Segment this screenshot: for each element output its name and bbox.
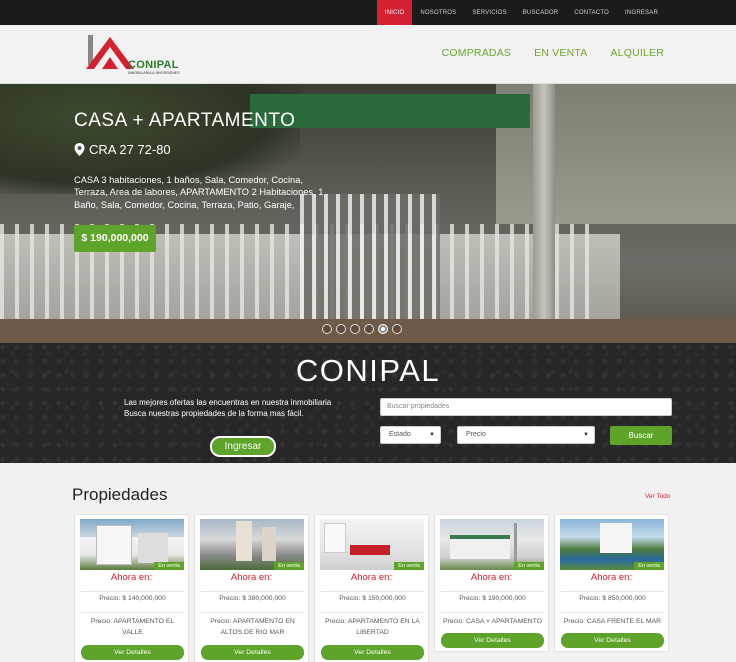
property-price: Precio: $ 380,000,000 [201, 591, 304, 602]
property-price: Precio: $ 850,000,000 [561, 591, 664, 602]
property-name: Precio: CASA FRENTE EL MAR [561, 612, 664, 627]
band-text-line2: Busca nuestras propiedades de la forma m… [124, 409, 304, 418]
hero-photo-pole [533, 84, 555, 343]
slider-dots [322, 324, 402, 334]
property-name: Precio: APARTAMENTO EN LA LIBERTAD [321, 612, 424, 638]
property-card[interactable]: En venta Ahora en: Precio: $ 140,000,000… [74, 514, 189, 662]
ahora-label: Ahora en: [230, 572, 273, 583]
search-band: CONIPAL Las mejores ofertas las encuentr… [0, 343, 736, 463]
band-title: CONIPAL [295, 353, 441, 388]
ahora-label: Ahora en: [590, 572, 633, 583]
map-pin-icon [74, 143, 85, 156]
properties-title: Propiedades [72, 485, 168, 504]
estado-select[interactable]: Estado ▼ [380, 426, 441, 444]
chevron-down-icon: ▼ [583, 432, 589, 438]
hero-slider: CASA + APARTAMENTO CRA 27 72-80 CASA 3 h… [0, 84, 736, 343]
ver-todo-link[interactable]: Ver Todo [645, 493, 671, 500]
top-nav: INICIO NOSOTROS SERVICIOS BUSCADOR CONTA… [376, 0, 666, 25]
status-badge: En venta [514, 562, 544, 570]
hero-description: CASA 3 habitaciones, 1 baños, Sala, Come… [74, 175, 324, 210]
hero-address-text: CRA 27 72-80 [89, 142, 171, 157]
main-nav: COMPRADAS EN VENTA ALQUILER [442, 47, 664, 59]
hero-address: CRA 27 72-80 [74, 142, 171, 157]
topnav-nosotros[interactable]: NOSOTROS [412, 0, 464, 25]
chevron-down-icon: ▼ [429, 432, 435, 438]
property-price: Precio: $ 150,000,000 [321, 591, 424, 602]
property-card[interactable]: En venta Ahora en: Precio: $ 150,000,000… [314, 514, 429, 662]
hero-title: CASA + APARTAMENTO [74, 110, 296, 131]
hero-photo-sky [496, 84, 736, 224]
slider-dot[interactable] [392, 324, 402, 334]
property-price: Precio: $ 190,000,000 [441, 591, 544, 602]
slider-dot[interactable] [350, 324, 360, 334]
band-text-line1: Las mejores ofertas las encuentras en nu… [124, 398, 332, 407]
nav-en-venta[interactable]: EN VENTA [534, 47, 587, 59]
slider-dot[interactable] [364, 324, 374, 334]
nav-alquiler[interactable]: ALQUILER [610, 47, 664, 59]
logo-tagline: INMOBILIARIA & INVERSIONES [128, 71, 180, 75]
property-card[interactable]: En venta Ahora en: Precio: $ 190,000,000… [434, 514, 549, 652]
ver-detalles-button[interactable]: Ver Detalles [321, 645, 424, 660]
slider-dot-active[interactable] [378, 324, 388, 334]
nav-compradas[interactable]: COMPRADAS [442, 47, 511, 59]
status-badge: En venta [634, 562, 664, 570]
ver-detalles-button[interactable]: Ver Detalles [561, 633, 664, 648]
ahora-label: Ahora en: [110, 572, 153, 583]
property-cards: En venta Ahora en: Precio: $ 140,000,000… [74, 514, 670, 662]
ver-detalles-button[interactable]: Ver Detalles [201, 645, 304, 660]
property-name: Precio: APARTAMENTO EN ALTOS DE RIO MAR [201, 612, 304, 638]
precio-select[interactable]: Precio ▼ [457, 426, 595, 444]
ver-detalles-button[interactable]: Ver Detalles [441, 633, 544, 648]
topnav-contacto[interactable]: CONTACTO [566, 0, 617, 25]
status-badge: En venta [154, 562, 184, 570]
slider-dot[interactable] [322, 324, 332, 334]
logo-name: CONIPAL [128, 59, 179, 71]
property-price: Precio: $ 140,000,000 [81, 591, 184, 602]
property-thumbnail[interactable]: En venta [320, 519, 424, 570]
status-badge: En venta [274, 562, 304, 570]
ahora-label: Ahora en: [470, 572, 513, 583]
property-thumbnail[interactable]: En venta [200, 519, 304, 570]
property-name: Precio: APARTAMENTO EL VALLE [81, 612, 184, 638]
site-header: CONIPAL INMOBILIARIA & INVERSIONES COMPR… [0, 25, 736, 84]
status-badge: En venta [394, 562, 424, 570]
property-thumbnail[interactable]: En venta [440, 519, 544, 570]
logo[interactable]: CONIPAL INMOBILIARIA & INVERSIONES [84, 33, 180, 77]
ver-detalles-button[interactable]: Ver Detalles [81, 645, 184, 660]
ahora-label: Ahora en: [350, 572, 393, 583]
search-input[interactable]: Buscar propiedades [380, 398, 672, 416]
topnav-servicios[interactable]: SERVICIOS [464, 0, 514, 25]
buscar-button[interactable]: Buscar [610, 426, 672, 445]
slider-dot[interactable] [336, 324, 346, 334]
topnav-inicio[interactable]: INICIO [376, 0, 413, 25]
band-text: Las mejores ofertas las encuentras en nu… [124, 397, 364, 419]
hero-photo-gate [300, 194, 440, 324]
estado-select-value: Estado [389, 431, 411, 438]
property-card[interactable]: En venta Ahora en: Precio: $ 380,000,000… [194, 514, 309, 662]
ingresar-button[interactable]: Ingresar [210, 436, 276, 457]
property-card[interactable]: En venta Ahora en: Precio: $ 850,000,000… [554, 514, 669, 652]
property-thumbnail[interactable]: En venta [80, 519, 184, 570]
topnav-buscador[interactable]: BUSCADOR [515, 0, 567, 25]
topnav-ingresar[interactable]: INGRESAR [617, 0, 666, 25]
top-bar: INICIO NOSOTROS SERVICIOS BUSCADOR CONTA… [0, 0, 736, 25]
precio-select-value: Precio [466, 431, 486, 438]
hero-price-button[interactable]: $ 190,000,000 [74, 225, 156, 252]
property-name: Precio: CASA + APARTAMENTO [441, 612, 544, 627]
property-thumbnail[interactable]: En venta [560, 519, 664, 570]
